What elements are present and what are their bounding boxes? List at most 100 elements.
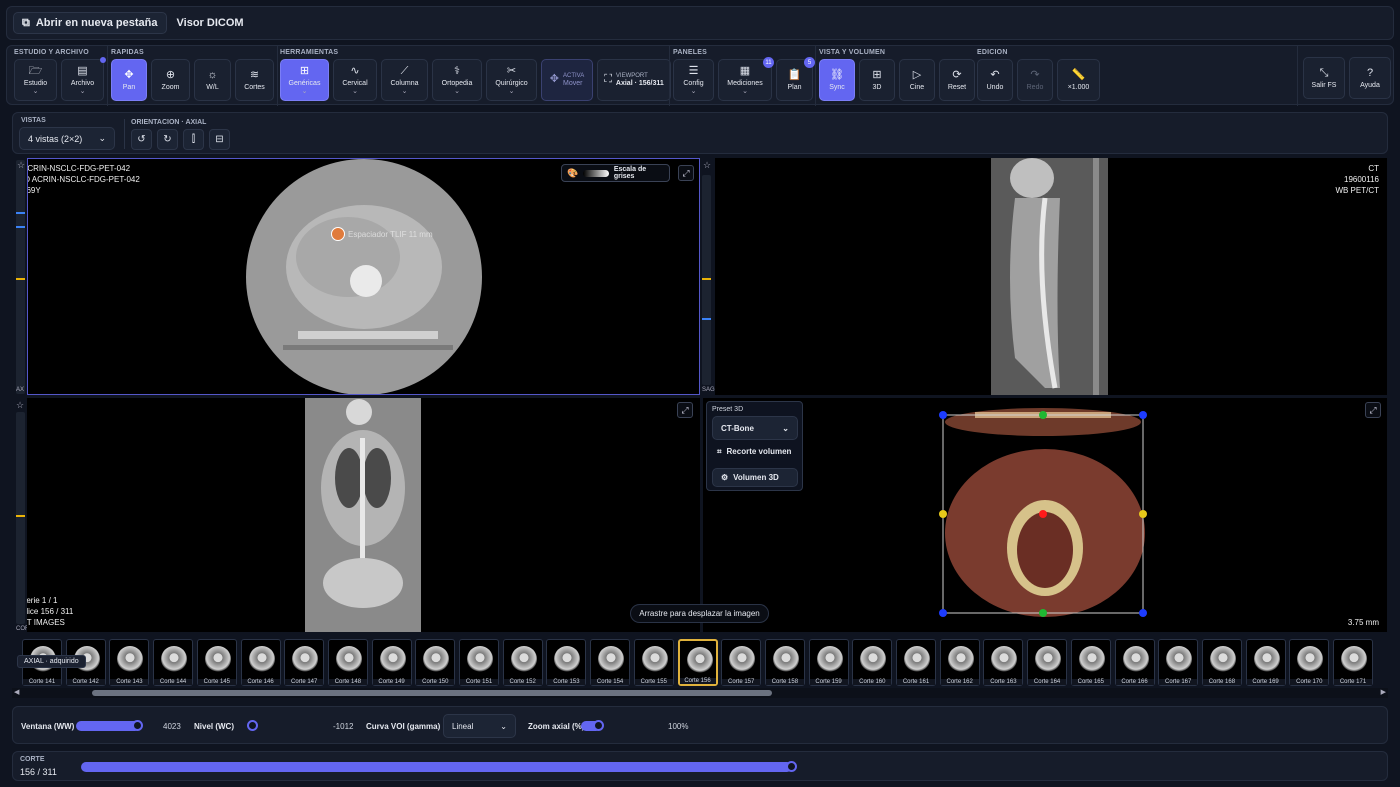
thumbnail-item[interactable]: Corte 154: [590, 639, 631, 686]
help-button[interactable]: ? Ayuda: [1349, 57, 1391, 99]
pan-button[interactable]: ✥ Pan: [111, 59, 147, 101]
cervical-button[interactable]: ∿ Cervical ⌄: [333, 59, 377, 101]
thumbnail-item[interactable]: Corte 166: [1114, 639, 1155, 686]
axial-slice-slider[interactable]: [16, 160, 25, 394]
thumbnail-scrollbar[interactable]: ◀ ▶: [12, 688, 1388, 698]
star-icon[interactable]: ☆: [17, 160, 25, 171]
thumbnail-item[interactable]: Corte 158: [764, 639, 805, 686]
thumbnail-image: [554, 646, 581, 672]
expand-icon[interactable]: ⤢: [678, 165, 694, 181]
vistas-bar: VISTAS 4 vistas (2×2) ⌄ ORIENTACION · AXI…: [12, 112, 1388, 154]
thumbnail-item[interactable]: Corte 151: [459, 639, 499, 686]
wl-button[interactable]: ☼ W/L: [194, 59, 231, 101]
undo-button[interactable]: ↶ Undo: [977, 59, 1013, 101]
expand-icon[interactable]: ⤢: [677, 402, 693, 418]
curva-label: Curva VOI (gamma): [366, 722, 441, 731]
thumbnail-item[interactable]: Corte 144: [153, 639, 194, 686]
thumbnail-item[interactable]: Corte 157: [721, 639, 762, 686]
zoom-button[interactable]: ⊕ Zoom: [151, 59, 190, 101]
cortes-button[interactable]: ≋ Cortes: [235, 59, 274, 101]
thumbnail-image: [816, 646, 843, 672]
axial-viewport[interactable]: ACRIN-NSCLC-FDG-PET-042 ID ACRIN-NSCLC-F…: [27, 158, 700, 395]
3d-button[interactable]: ⊞ 3D: [859, 59, 895, 101]
scale-button[interactable]: 📏 ×1.000: [1057, 59, 1100, 101]
scrollbar-thumb[interactable]: [92, 690, 772, 696]
nivel-slider-knob[interactable]: [247, 720, 258, 731]
coronal-viewport[interactable]: Serie 1 / 1 Slice 156 / 311 CT IMAGES ⤢: [27, 398, 700, 632]
quirurgico-button[interactable]: ✂ Quirúrgico ⌄: [486, 59, 537, 101]
thumbnail-item[interactable]: Corte 152: [502, 639, 543, 686]
thumbnail-item[interactable]: Corte 164: [1027, 639, 1068, 686]
estudio-button[interactable]: 🗁 Estudio ⌄: [14, 59, 57, 101]
thumbnail-item[interactable]: Corte 148: [327, 639, 368, 686]
thumbnail-item[interactable]: Corte 171: [1333, 639, 1373, 686]
star-icon[interactable]: ☆: [16, 400, 24, 411]
redo-button[interactable]: ↷ Redo: [1017, 59, 1053, 101]
thumbnail-item[interactable]: Corte 163: [983, 639, 1024, 686]
zoom-value: 100%: [668, 722, 689, 731]
thumbnail-item[interactable]: Corte 167: [1158, 639, 1199, 686]
layout-select[interactable]: 4 vistas (2×2) ⌄: [19, 127, 115, 150]
reset-button[interactable]: ⟳ Reset: [939, 59, 975, 101]
flip-vertical-button[interactable]: ⊟: [209, 129, 230, 150]
archivo-button[interactable]: ▤ Archivo ⌄: [61, 57, 106, 101]
thumbnail-item[interactable]: Corte 159: [808, 639, 849, 686]
flip-horizontal-button[interactable]: ⫿: [183, 129, 204, 150]
mediciones-button[interactable]: 11 ▦ Mediciones ⌄: [718, 57, 774, 101]
grayscale-toggle[interactable]: 🎨 Escala de grises: [561, 164, 670, 182]
thumbnail-item[interactable]: Corte 168: [1201, 639, 1242, 686]
volume-3d-button[interactable]: ⚙ Volumen 3D: [712, 468, 798, 487]
open-new-tab-button[interactable]: ⧉ Abrir en nueva pestaña: [13, 12, 167, 34]
thumbnail-item[interactable]: Corte 146: [240, 639, 281, 686]
ventana-slider-knob[interactable]: [132, 720, 143, 731]
genericas-button[interactable]: ⊞ Genéricas ⌄: [280, 59, 329, 101]
thumbnail-label: Corte 166: [1115, 679, 1154, 685]
star-icon[interactable]: ☆: [703, 160, 711, 171]
columna-button[interactable]: ⟋ Columna ⌄: [381, 59, 428, 101]
top-bar: ⧉ Abrir en nueva pestaña Visor DICOM: [6, 6, 1394, 40]
thumbnail-item[interactable]: Corte 145: [196, 639, 237, 686]
expand-icon[interactable]: ⤢: [1365, 402, 1381, 418]
thumbnail-item[interactable]: Corte 160: [852, 639, 893, 686]
group-herramientas: HERRAMIENTAS ⊞ Genéricas ⌄ ∿ Cervical ⌄ ⟋ Col…: [280, 49, 671, 101]
corte-slider[interactable]: [81, 762, 792, 772]
rotate-left-button[interactable]: ↺: [131, 129, 152, 150]
thumbnail-item[interactable]: Corte 162: [939, 639, 980, 686]
volume-viewport[interactable]: ⤢ 3.75 mm: [703, 398, 1387, 632]
thumbnail-item[interactable]: Corte 143: [109, 639, 150, 686]
ortopedia-button[interactable]: ⚕ Ortopedia ⌄: [432, 59, 482, 101]
ventana-slider[interactable]: [76, 721, 140, 731]
thumbnail-item[interactable]: Corte 153: [546, 639, 587, 686]
corte-slider-knob[interactable]: [786, 761, 797, 772]
thumbnail-item[interactable]: Corte 161: [896, 639, 936, 686]
scroll-right-icon[interactable]: ▶: [1381, 688, 1386, 696]
series-description: CT IMAGES: [27, 618, 65, 627]
scroll-left-icon[interactable]: ◀: [14, 688, 19, 696]
thumbnail-item[interactable]: Corte 169: [1245, 639, 1286, 686]
thumbnail-item[interactable]: Corte 165: [1070, 639, 1111, 686]
thumbnail-item[interactable]: Corte 150: [415, 639, 456, 686]
thumbnail-item[interactable]: Corte 147: [284, 639, 325, 686]
help-icon: ?: [1366, 66, 1374, 79]
thumbnail-image: [860, 646, 887, 672]
sync-button[interactable]: ⛓ Sync: [819, 59, 855, 101]
chevron-down-icon: ⌄: [508, 87, 515, 95]
thumbnail-item[interactable]: Corte 156: [677, 639, 718, 686]
sagittal-viewport[interactable]: CT 19600116 WB PET/CT: [715, 158, 1387, 395]
exit-fullscreen-button[interactable]: ⤡ Salir FS: [1303, 57, 1345, 99]
cine-button[interactable]: ▷ Cine: [899, 59, 935, 101]
coronal-slice-slider[interactable]: [16, 412, 25, 624]
crop-volume-button[interactable]: ⌗ Recorte volumen: [717, 447, 791, 457]
config-button[interactable]: ☰ Config ⌄: [673, 59, 714, 101]
thumbnail-item[interactable]: Corte 155: [633, 639, 674, 686]
zoom-slider-knob[interactable]: [593, 720, 604, 731]
plan-button[interactable]: 5 📋 Plan: [776, 57, 815, 101]
curva-select[interactable]: Lineal ⌄: [443, 714, 516, 738]
sagittal-slice-slider[interactable]: [702, 175, 711, 385]
thumbnail-item[interactable]: Corte 170: [1289, 639, 1330, 686]
thumbnail-item[interactable]: Corte 149: [371, 639, 412, 686]
annotation-marker[interactable]: [331, 227, 345, 241]
thumbnail-label: Corte 169: [1246, 679, 1285, 685]
preset-select[interactable]: CT-Bone ⌄: [712, 416, 798, 440]
rotate-right-button[interactable]: ↻: [157, 129, 178, 150]
